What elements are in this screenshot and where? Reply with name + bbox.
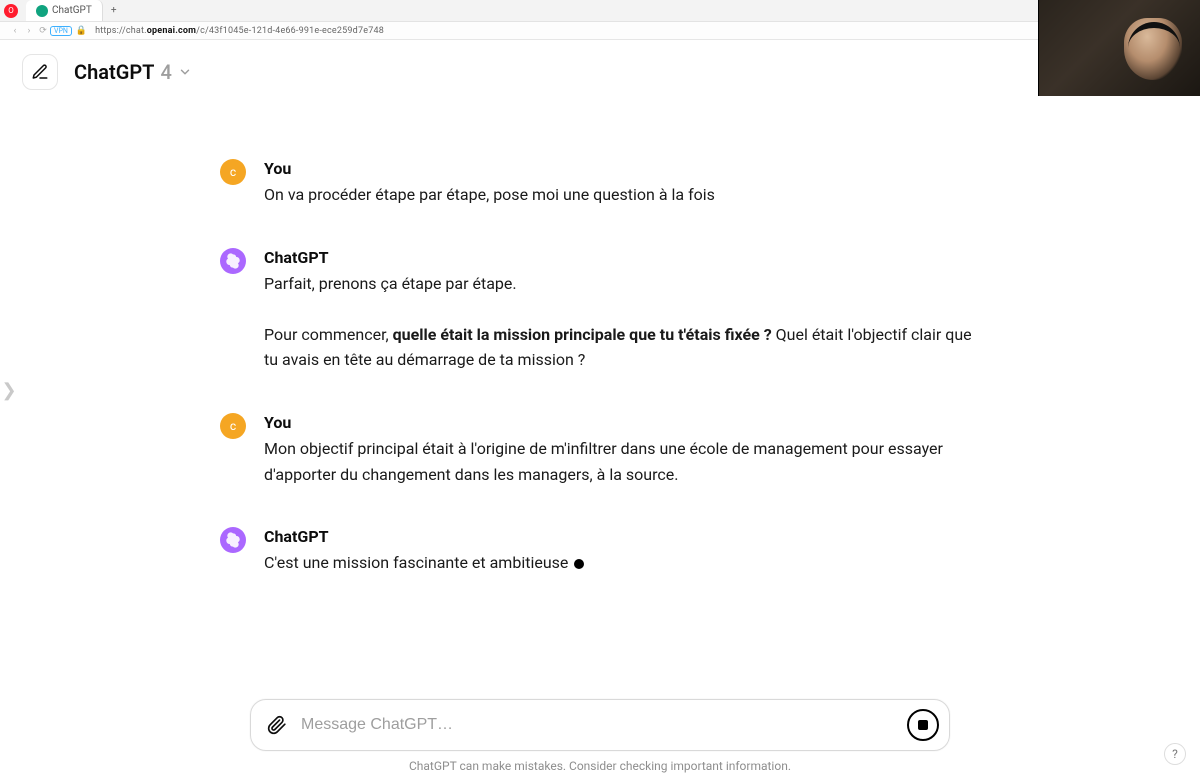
message-assistant: ChatGPT Parfait, prenons ça étape par ét… — [220, 248, 980, 373]
message-input[interactable] — [293, 716, 907, 734]
browser-tab-strip: O ChatGPT + — [0, 0, 1200, 22]
sender-label: You — [264, 159, 980, 178]
lock-icon: 🔒 — [76, 26, 87, 36]
stop-button[interactable] — [907, 709, 939, 741]
help-button[interactable]: ? — [1164, 743, 1186, 765]
paperclip-icon — [267, 715, 287, 735]
typing-cursor-icon — [574, 559, 584, 569]
reload-button[interactable]: ⟳ — [36, 26, 50, 36]
sidebar-toggle[interactable]: ❯ — [4, 378, 14, 402]
message-user: c You On va procéder étape par étape, po… — [220, 159, 980, 208]
user-avatar: c — [220, 413, 246, 439]
message-text: Parfait, prenons ça étape par étape. Pou… — [264, 271, 980, 373]
sender-label: ChatGPT — [264, 527, 980, 546]
forward-button[interactable]: › — [22, 26, 36, 36]
model-selector[interactable]: ChatGPT 4 — [74, 60, 192, 84]
conversation: c You On va procéder étape par étape, po… — [200, 104, 1000, 576]
tab-title: ChatGPT — [52, 5, 92, 16]
composer — [250, 699, 950, 751]
stop-icon — [918, 720, 928, 730]
assistant-avatar — [220, 527, 246, 553]
opera-logo: O — [4, 4, 18, 18]
webcam-overlay — [1038, 0, 1200, 96]
user-avatar: c — [220, 159, 246, 185]
compose-icon — [31, 63, 49, 81]
app-header: ChatGPT 4 — [0, 40, 1200, 104]
browser-address-bar: ‹ › ⟳ VPN 🔒 https://chat.openai.com/c/43… — [0, 22, 1200, 40]
composer-area: ChatGPT can make mistakes. Consider chec… — [0, 699, 1200, 779]
vpn-badge[interactable]: VPN — [50, 26, 72, 36]
openai-icon — [225, 253, 241, 269]
browser-tab[interactable]: ChatGPT — [26, 0, 103, 21]
openai-icon — [225, 532, 241, 548]
sender-label: ChatGPT — [264, 248, 980, 267]
sender-label: You — [264, 413, 980, 432]
tab-favicon — [36, 5, 48, 17]
disclaimer-text: ChatGPT can make mistakes. Consider chec… — [409, 759, 791, 773]
url-text[interactable]: https://chat.openai.com/c/43f1045e-121d-… — [95, 26, 384, 36]
message-assistant: ChatGPT C'est une mission fascinante et … — [220, 527, 980, 576]
attach-button[interactable] — [261, 709, 293, 741]
chevron-down-icon — [178, 60, 192, 84]
model-version: 4 — [160, 60, 171, 84]
new-chat-button[interactable] — [22, 54, 58, 90]
back-button[interactable]: ‹ — [8, 26, 22, 36]
message-text: Mon objectif principal était à l'origine… — [264, 436, 980, 487]
message-text: C'est une mission fascinante et ambitieu… — [264, 550, 980, 576]
message-user: c You Mon objectif principal était à l'o… — [220, 413, 980, 487]
assistant-avatar — [220, 248, 246, 274]
message-text: On va procéder étape par étape, pose moi… — [264, 182, 980, 208]
model-name: ChatGPT — [74, 60, 154, 84]
new-tab-button[interactable]: + — [103, 5, 125, 16]
